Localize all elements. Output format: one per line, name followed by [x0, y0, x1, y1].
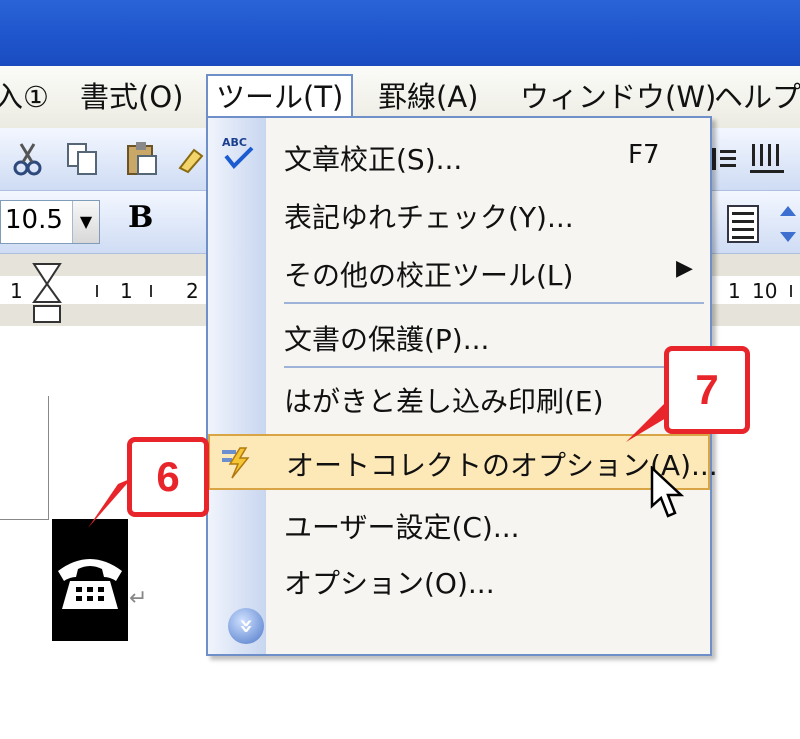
word-window: 入① 書式(O) ツール(T) 罫線(A) ウィンドウ(W) ヘルプ( — [0, 0, 800, 739]
mouse-pointer-icon — [650, 466, 685, 518]
step-callout-6: 6 — [127, 437, 209, 517]
step-callout-7: 7 — [664, 346, 750, 434]
